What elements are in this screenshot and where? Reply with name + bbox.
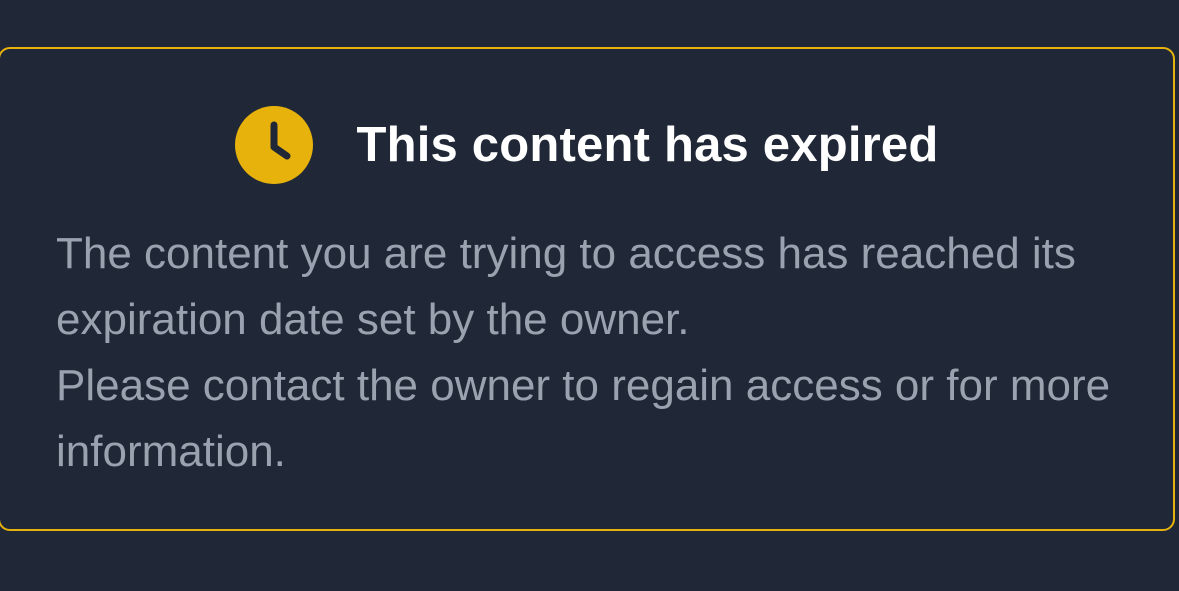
expiration-message: The content you are trying to access has…: [56, 229, 1076, 344]
notice-message: The content you are trying to access has…: [56, 221, 1136, 485]
notice-title: This content has expired: [356, 117, 939, 172]
expired-notice-card: This content has expired The content you…: [0, 47, 1175, 531]
contact-owner-message: Please contact the owner to regain acces…: [56, 361, 1111, 476]
notice-header: This content has expired: [0, 105, 1173, 185]
clock-icon: [235, 106, 314, 184]
